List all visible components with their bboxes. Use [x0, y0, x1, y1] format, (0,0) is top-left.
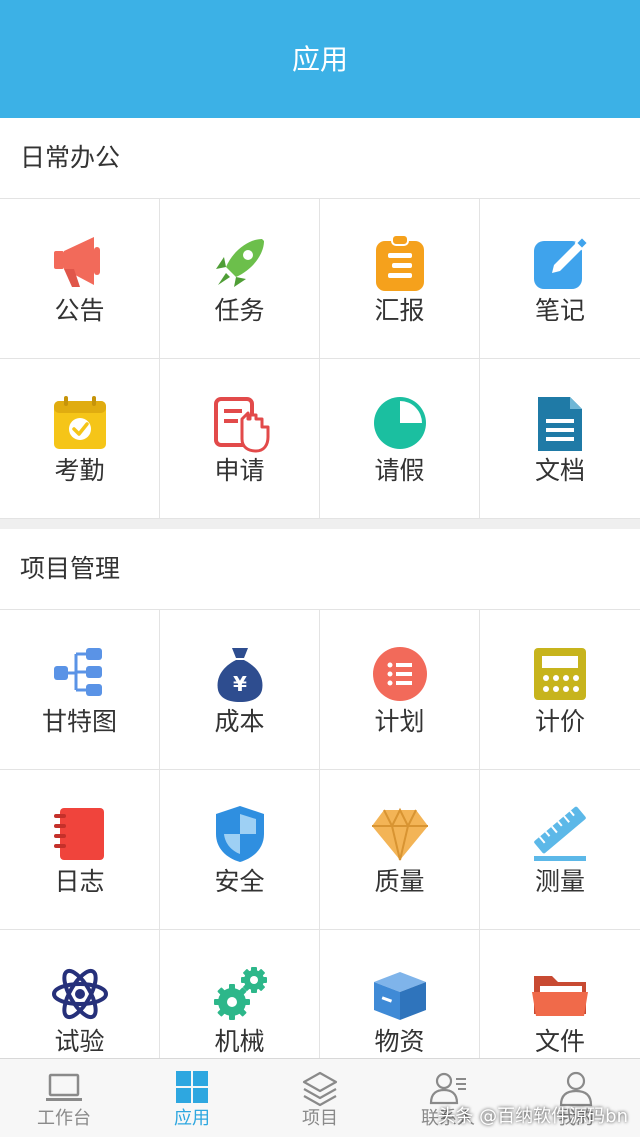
app-item-gantt[interactable]: 甘特图 — [0, 610, 160, 769]
document-icon — [530, 393, 590, 453]
rocket-icon — [210, 233, 270, 293]
section-title-project-management: 项目管理 — [0, 529, 640, 609]
app-item-label: 日志 — [54, 867, 105, 896]
section-divider — [0, 519, 640, 529]
grid-icon — [172, 1069, 212, 1109]
app-item-pricing[interactable]: 计价 — [480, 610, 640, 769]
app-item-log[interactable]: 日志 — [0, 770, 160, 929]
app-item-label: 物资 — [374, 1027, 425, 1056]
app-item-label: 试验 — [54, 1027, 105, 1056]
tab-label: 应用 — [174, 1108, 210, 1129]
page-title: 应用 — [291, 43, 348, 76]
app-item-label: 笔记 — [534, 296, 585, 325]
app-item-safety[interactable]: 安全 — [160, 770, 320, 929]
app-item-label: 机械 — [214, 1027, 265, 1056]
tab-label: 工作台 — [37, 1108, 91, 1129]
app-item-label: 文件 — [534, 1027, 585, 1056]
app-item-label: 考勤 — [54, 456, 105, 485]
app-item-label: 任务 — [214, 296, 265, 325]
app-item-label: 文档 — [534, 456, 585, 485]
section-title-daily-office: 日常办公 — [0, 118, 640, 198]
app-item-label: 甘特图 — [41, 707, 117, 736]
app-item-attendance[interactable]: 考勤 — [0, 359, 160, 518]
atom-icon — [50, 964, 110, 1024]
megaphone-icon — [50, 233, 110, 293]
tab-apps[interactable]: 应用 — [128, 1059, 256, 1137]
app-item-label: 申请 — [214, 456, 265, 485]
clipboard-icon — [370, 233, 430, 293]
app-item-label: 计价 — [534, 707, 585, 736]
list-circle-icon — [370, 644, 430, 704]
app-item-label: 请假 — [374, 456, 425, 485]
app-item-label: 计划 — [374, 707, 425, 736]
watermark-text: 头条 @百纳软件源码bn — [437, 1106, 628, 1127]
money-bag-icon: ¥ — [210, 644, 270, 704]
box-icon — [370, 964, 430, 1024]
folder-icon — [530, 964, 590, 1024]
app-item-label: 测量 — [534, 867, 585, 896]
shield-icon — [210, 804, 270, 864]
laptop-icon — [44, 1069, 84, 1109]
app-item-cost[interactable]: ¥ 成本 — [160, 610, 320, 769]
app-item-label: 安全 — [214, 867, 265, 896]
app-item-announcement[interactable]: 公告 — [0, 199, 160, 358]
app-item-document[interactable]: 文档 — [480, 359, 640, 518]
app-item-task[interactable]: 任务 — [160, 199, 320, 358]
app-item-note[interactable]: 笔记 — [480, 199, 640, 358]
app-grid-project-management: 甘特图 ¥ 成本 计划 计价 日志 安全 质量 测量 试验 机械 物资 文件 — [0, 609, 640, 1090]
app-grid-daily-office: 公告 任务 汇报 笔记 考勤 申请 请假 文档 — [0, 198, 640, 519]
app-item-label: 公告 — [54, 296, 105, 325]
app-item-label: 质量 — [374, 867, 425, 896]
app-item-measure[interactable]: 测量 — [480, 770, 640, 929]
hand-document-icon — [210, 393, 270, 453]
tab-label: 项目 — [302, 1108, 338, 1129]
gantt-tree-icon — [50, 644, 110, 704]
notebook-icon — [50, 804, 110, 864]
app-item-report[interactable]: 汇报 — [320, 199, 480, 358]
app-item-label: 成本 — [214, 707, 265, 736]
calendar-check-icon — [50, 393, 110, 453]
gears-icon — [210, 964, 270, 1024]
tab-workbench[interactable]: 工作台 — [0, 1059, 128, 1137]
calculator-icon — [530, 644, 590, 704]
ruler-icon — [530, 804, 590, 864]
app-item-leave[interactable]: 请假 — [320, 359, 480, 518]
app-item-label: 汇报 — [374, 296, 425, 325]
note-edit-icon — [530, 233, 590, 293]
tab-projects[interactable]: 项目 — [256, 1059, 384, 1137]
pie-clock-icon — [370, 393, 430, 453]
app-item-application[interactable]: 申请 — [160, 359, 320, 518]
app-item-quality[interactable]: 质量 — [320, 770, 480, 929]
app-item-plan[interactable]: 计划 — [320, 610, 480, 769]
diamond-icon — [370, 804, 430, 864]
svg-text:¥: ¥ — [233, 672, 247, 696]
layers-icon — [300, 1069, 340, 1109]
app-header: 应用 — [0, 0, 640, 118]
